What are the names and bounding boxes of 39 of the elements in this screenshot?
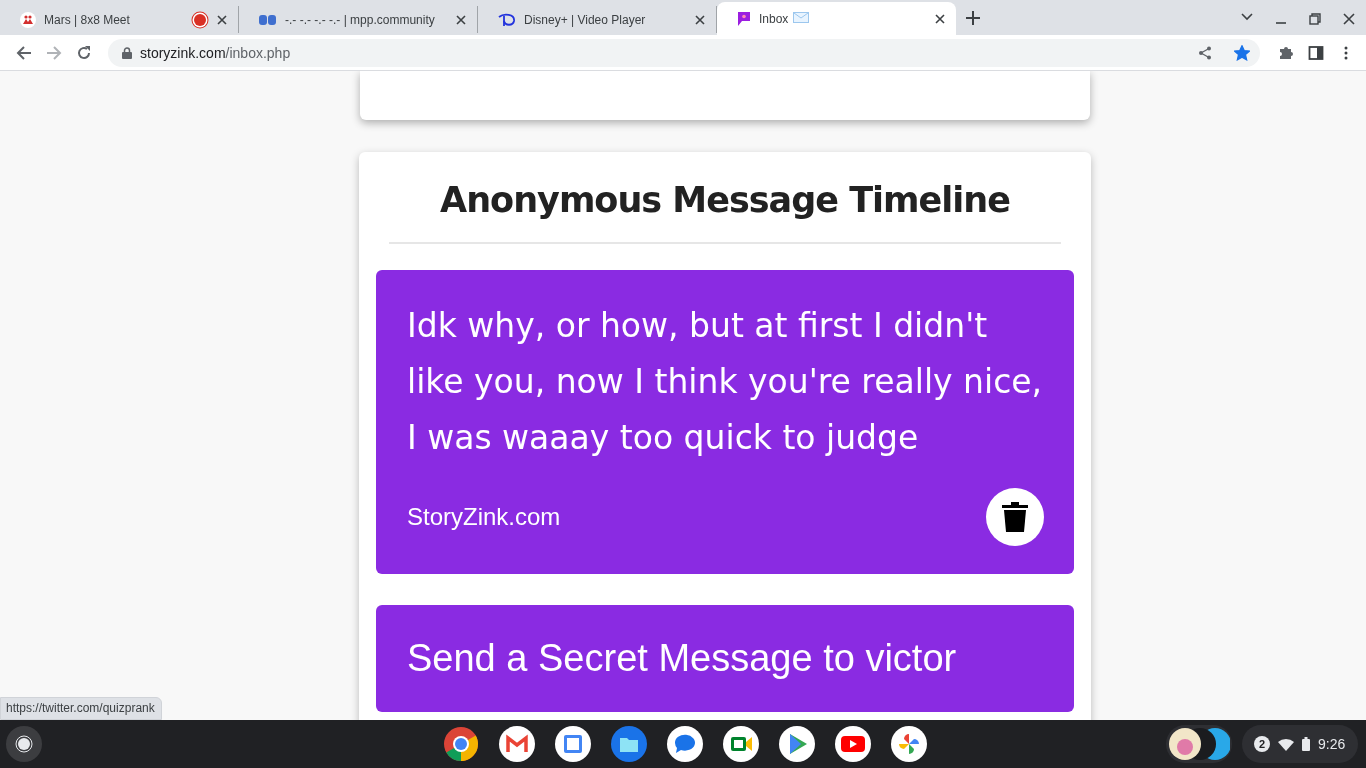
tab-title: Inbox (759, 11, 789, 26)
bookmark-star-icon[interactable] (1234, 44, 1250, 61)
browser-tab[interactable]: -.- -.- -.- -.- | mpp.community (239, 6, 478, 33)
chat-bubble-app-icon[interactable] (667, 726, 703, 762)
play-button-app-icon[interactable] (835, 726, 871, 762)
notification-count: 2 (1254, 736, 1270, 752)
tab-title: Mars | 8x8 Meet (44, 12, 130, 27)
send-message-title: Send a Secret Message to victor (407, 637, 957, 679)
message-text: Idk why, or how, but at first I didn't like you, now I think you're really nice, I was waaay too quick to judge (407, 305, 1043, 459)
ring-app-icon[interactable] (443, 726, 479, 762)
clock-time: 9:26 (1318, 736, 1346, 752)
url-text: storyzink.com/inbox.php (140, 44, 292, 61)
lock-icon (122, 46, 132, 59)
flag-favicon-icon (737, 10, 751, 27)
delete-button[interactable] (986, 488, 1044, 546)
status-url-bubble: https://twitter.com/quizprank (0, 697, 162, 720)
people-favicon-icon (20, 11, 36, 28)
share-icon[interactable] (1198, 45, 1212, 60)
status-tray[interactable]: 2 9:26 (1242, 725, 1358, 763)
tab-title: -.- -.- -.- -.- | mpp.community (285, 12, 435, 27)
holding-space-tray[interactable] (1166, 725, 1232, 763)
wifi-icon (1278, 737, 1294, 751)
launcher-icon[interactable] (6, 726, 42, 762)
browser-tab[interactable]: Mars | 8x8 Meet (0, 6, 239, 33)
battery-icon (1302, 737, 1310, 751)
letters-favicon-icon (259, 13, 277, 26)
pinwheel-app-icon[interactable] (891, 726, 927, 762)
message-footer: StoryZink.com (407, 503, 561, 531)
envelope-icon (793, 11, 810, 23)
browser-tab[interactable]: Inbox (717, 2, 956, 35)
envelope-app-icon[interactable] (499, 726, 535, 762)
video-camera-app-icon[interactable] (723, 726, 759, 762)
swoosh-favicon-icon (498, 12, 516, 27)
tab-title: Disney+ | Video Player (524, 12, 646, 27)
folder-app-icon[interactable] (611, 726, 647, 762)
trash-icon (1002, 502, 1028, 532)
address-bar[interactable]: storyzink.com/inbox.php (108, 38, 1260, 67)
play-triangle-app-icon[interactable] (779, 726, 815, 762)
page-heading: Anonymous Message Timeline (389, 180, 1061, 244)
